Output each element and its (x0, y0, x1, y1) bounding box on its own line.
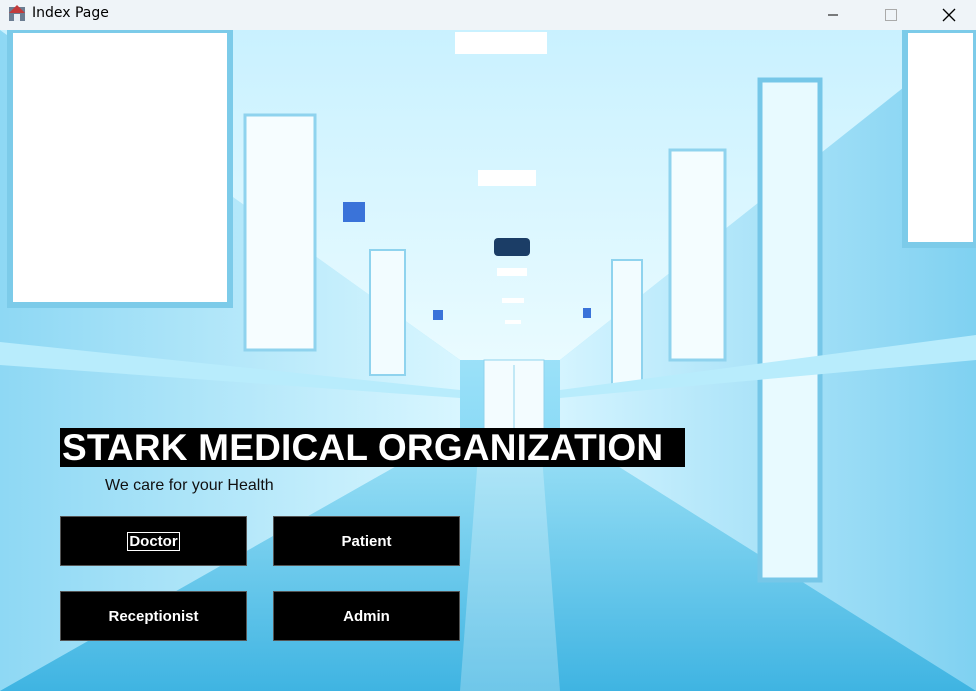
page-heading: STARK MEDICAL ORGANIZATION (60, 428, 685, 467)
doctor-button[interactable]: Doctor (60, 516, 247, 566)
close-icon (942, 8, 956, 22)
java-app-icon (9, 5, 25, 21)
tagline: We care for your Health (105, 477, 274, 494)
window-titlebar: Index Page (0, 0, 976, 30)
maximize-icon (885, 9, 897, 21)
close-button[interactable] (926, 0, 972, 30)
doctor-button-label: Doctor (127, 531, 180, 551)
minimize-icon (828, 14, 838, 16)
receptionist-button-label: Receptionist (108, 607, 199, 625)
receptionist-button[interactable]: Receptionist (60, 591, 247, 641)
maximize-button[interactable] (868, 0, 914, 30)
patient-button-label: Patient (341, 532, 392, 550)
window-title: Index Page (32, 5, 109, 21)
admin-button[interactable]: Admin (273, 591, 460, 641)
main-panel: STARK MEDICAL ORGANIZATION We care for y… (0, 30, 976, 691)
patient-button[interactable]: Patient (273, 516, 460, 566)
admin-button-label: Admin (343, 607, 390, 625)
minimize-button[interactable] (810, 0, 856, 30)
